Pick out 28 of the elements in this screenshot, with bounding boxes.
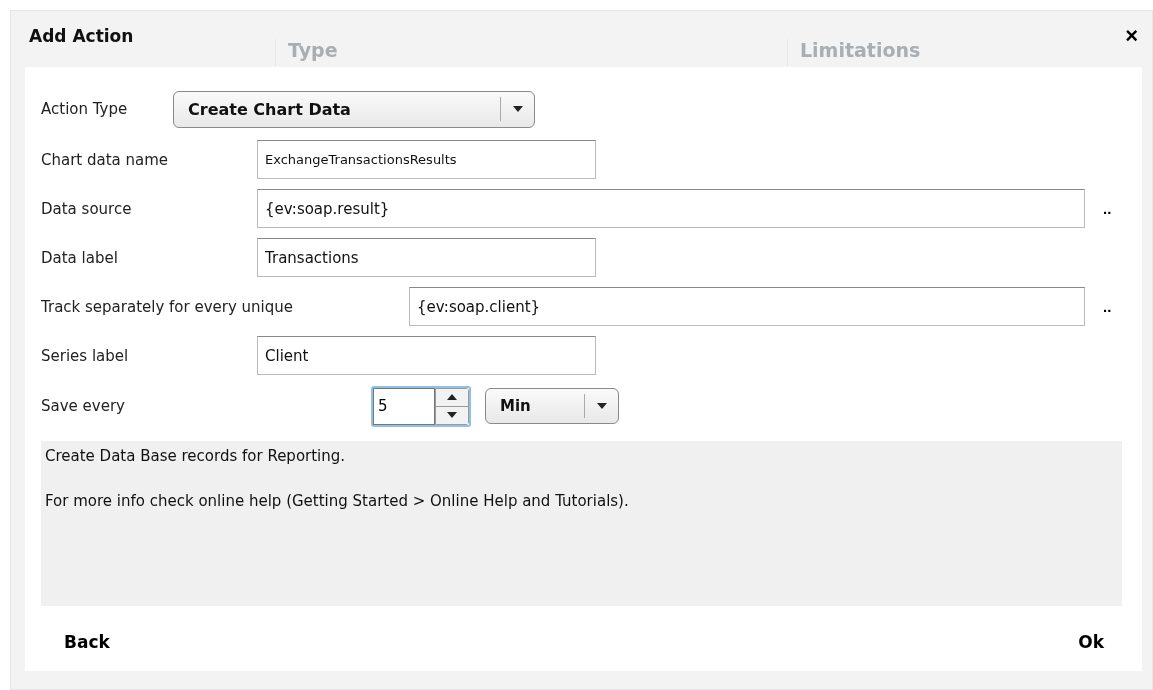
- field-label: Save every: [41, 397, 126, 415]
- number-spinner[interactable]: 5: [371, 385, 471, 427]
- field-label: Data source: [41, 199, 133, 218]
- description-text: For more info check online help (Getting Started > Online Help and Tutorials).: [45, 492, 630, 510]
- browse-button[interactable]: ..: [1099, 200, 1116, 217]
- field-label: Data label: [41, 248, 119, 267]
- caret-icon: [596, 403, 607, 409]
- field-label: Action Type: [41, 100, 129, 118]
- text-field[interactable]: Client: [257, 336, 596, 375]
- action-type-select[interactable]: Create Chart Data: [173, 90, 535, 128]
- caret-icon: [512, 106, 523, 112]
- increment-button[interactable]: [436, 388, 468, 406]
- text-field[interactable]: {ev:soap.result}: [257, 189, 1085, 228]
- text-field[interactable]: ExchangeTransactionsResults: [257, 140, 596, 179]
- field-label: Track separately for every unique: [41, 297, 295, 316]
- field-label: Chart data name: [41, 150, 170, 169]
- dialog-title: Add Action: [29, 26, 134, 46]
- text-field[interactable]: Transactions: [257, 238, 596, 277]
- back-button[interactable]: Back: [64, 632, 110, 652]
- browse-button[interactable]: ..: [1099, 298, 1116, 315]
- text-field[interactable]: {ev:soap.client}: [409, 287, 1085, 326]
- ok-button[interactable]: Ok: [1078, 632, 1104, 652]
- up-arrow-icon: [447, 394, 457, 400]
- close-button[interactable]: ×: [1125, 23, 1138, 49]
- description-text: Create Data Base records for Reporting.: [45, 447, 347, 465]
- field-label: Series label: [41, 346, 130, 365]
- unit-select[interactable]: Min: [485, 388, 619, 424]
- down-arrow-icon: [447, 412, 457, 418]
